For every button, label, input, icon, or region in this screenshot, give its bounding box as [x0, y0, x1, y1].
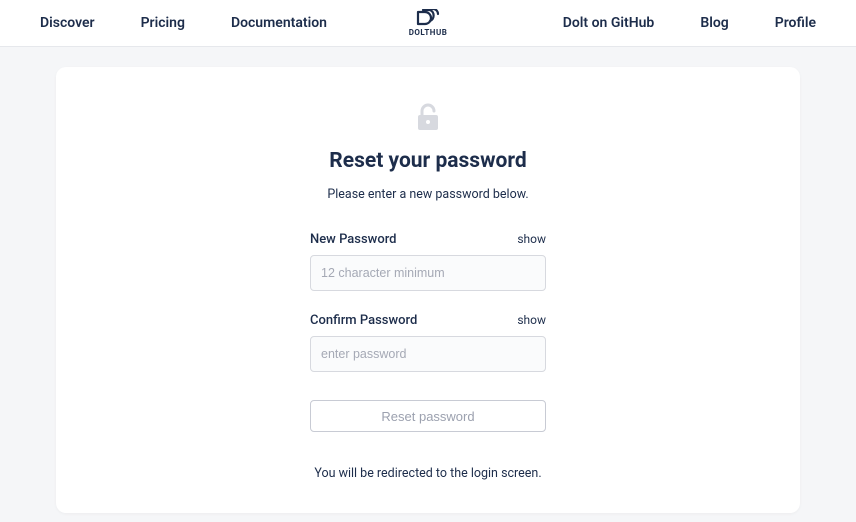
new-password-input[interactable] [310, 255, 546, 291]
confirm-password-field: Confirm Password show [310, 313, 546, 372]
confirm-password-show-toggle[interactable]: show [517, 313, 546, 327]
brand-name: DOLTHUB [409, 28, 448, 37]
new-password-field: New Password show [310, 232, 546, 291]
confirm-password-label: Confirm Password [310, 313, 417, 328]
brand-logo[interactable]: DOLTHUB [409, 9, 448, 37]
reset-password-card: Reset your password Please enter a new p… [56, 67, 800, 513]
reset-password-button[interactable]: Reset password [310, 400, 546, 432]
nav-blog[interactable]: Blog [700, 15, 728, 31]
new-password-show-toggle[interactable]: show [517, 232, 546, 246]
nav-profile[interactable]: Profile [775, 15, 816, 31]
reset-password-form: New Password show Confirm Password show … [310, 232, 546, 432]
nav-right-group: Dolt on GitHub Blog Profile [497, 15, 816, 31]
nav-discover[interactable]: Discover [40, 15, 95, 31]
page-subtitle: Please enter a new password below. [327, 187, 528, 202]
nav-left-group: Discover Pricing Documentation [40, 15, 359, 31]
nav-pricing[interactable]: Pricing [141, 15, 185, 31]
page-title: Reset your password [329, 149, 526, 173]
nav-documentation[interactable]: Documentation [231, 15, 327, 31]
new-password-label: New Password [310, 232, 397, 247]
main-content: Reset your password Please enter a new p… [0, 47, 856, 513]
unlock-icon [415, 103, 441, 135]
confirm-password-input[interactable] [310, 336, 546, 372]
nav-dolt-github[interactable]: Dolt on GitHub [563, 15, 655, 31]
dolthub-logo-icon [415, 9, 441, 27]
top-nav: Discover Pricing Documentation DOLTHUB D… [0, 0, 856, 47]
redirect-note: You will be redirected to the login scre… [314, 466, 541, 481]
